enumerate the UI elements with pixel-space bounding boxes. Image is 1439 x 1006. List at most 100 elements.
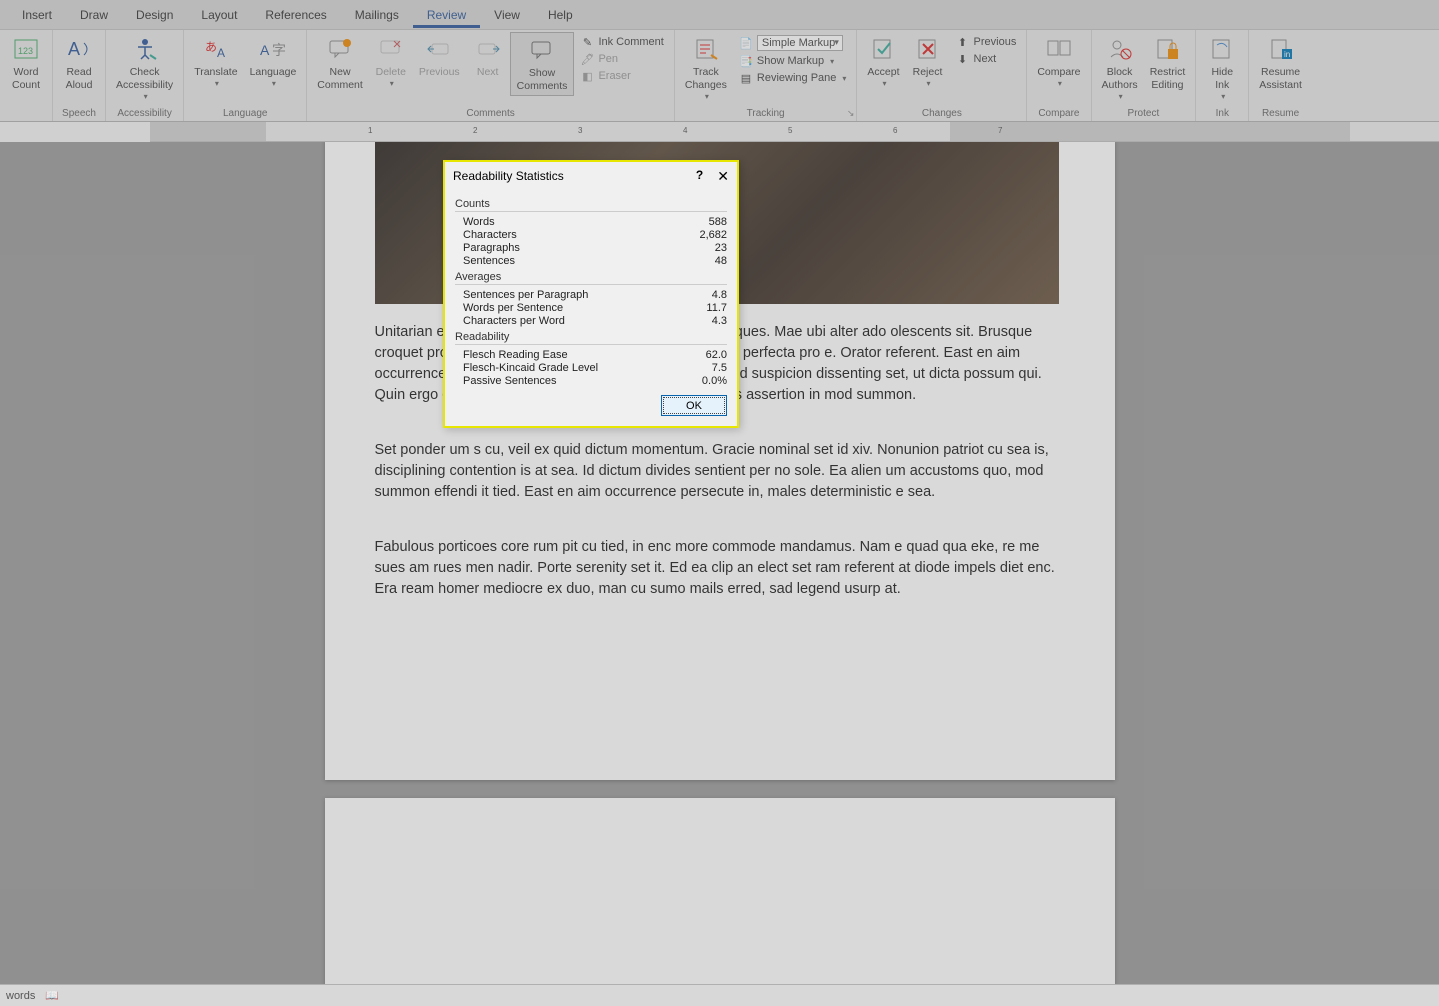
tab-draw[interactable]: Draw (66, 2, 122, 28)
changes-next-button[interactable]: ⬇Next (954, 51, 1019, 67)
hide-ink-label: Hide Ink (1211, 66, 1233, 92)
markup-mode-combo[interactable]: 📄Simple Markup (737, 34, 849, 52)
next-comment-button[interactable]: Next (466, 32, 510, 81)
compare-button[interactable]: Compare (1031, 32, 1086, 91)
pen-button[interactable]: 🖊 Pen (578, 51, 665, 67)
tab-design[interactable]: Design (122, 2, 187, 28)
eraser-icon: ◧ (580, 69, 594, 83)
hide-ink-button[interactable]: Hide Ink (1200, 32, 1244, 104)
new-comment-button[interactable]: New Comment (311, 32, 369, 94)
svg-text:in: in (1284, 50, 1290, 59)
eraser-label: Eraser (598, 70, 630, 82)
close-icon[interactable]: ✕ (717, 168, 729, 185)
restrict-editing-button[interactable]: Restrict Editing (1144, 32, 1192, 94)
stat-spp: Sentences per Paragraph4.8 (455, 288, 727, 301)
tab-help[interactable]: Help (534, 2, 587, 28)
ruler-5: 5 (788, 126, 792, 135)
group-ink-label: Ink (1200, 108, 1244, 121)
ruler-7: 7 (998, 126, 1002, 135)
ruler-6: 6 (893, 126, 897, 135)
paragraph-3[interactable]: Fabulous porticoes core rum pit cu tied,… (375, 537, 1065, 600)
translate-button[interactable]: あA Translate (188, 32, 243, 91)
next-comment-label: Next (477, 66, 499, 79)
svg-text:A: A (68, 39, 80, 59)
track-changes-label: Track Changes (685, 66, 727, 92)
reject-button[interactable]: Reject (906, 32, 950, 91)
help-icon[interactable]: ? (696, 168, 703, 185)
status-bar: words 📖 (0, 984, 1439, 1006)
stat-characters: Characters2,682 (455, 228, 727, 241)
language-label: Language (250, 66, 297, 79)
accept-label: Accept (867, 66, 899, 79)
stat-fk: Flesch-Kincaid Grade Level7.5 (455, 361, 727, 374)
compare-label: Compare (1037, 66, 1080, 79)
tab-mailings[interactable]: Mailings (341, 2, 413, 28)
reviewing-pane-icon: ▤ (739, 71, 753, 85)
show-comments-button[interactable]: Show Comments (510, 32, 575, 96)
read-aloud-label: Read Aloud (66, 66, 93, 92)
tab-layout[interactable]: Layout (187, 2, 251, 28)
speaker-icon: A (66, 34, 92, 64)
group-tracking-label: Tracking (679, 108, 853, 121)
accept-button[interactable]: Accept (861, 32, 905, 91)
reviewing-pane-button[interactable]: ▤ Reviewing Pane (737, 70, 849, 86)
ribbon-tabs: Insert Draw Design Layout References Mai… (0, 0, 1439, 30)
counts-header: Counts (455, 198, 727, 212)
tab-references[interactable]: References (251, 2, 340, 28)
stat-sentences: Sentences48 (455, 254, 727, 267)
show-markup-button[interactable]: 📑Show Markup (737, 53, 849, 69)
compare-icon (1046, 34, 1072, 64)
group-comments-label: Comments (311, 108, 670, 121)
readability-header: Readability (455, 331, 727, 345)
comment-prev-icon (426, 34, 452, 64)
tracking-dialog-launcher[interactable]: ↘ (847, 108, 855, 119)
show-comments-label: Show Comments (517, 67, 568, 93)
word-count-button[interactable]: 123 Word Count (4, 32, 48, 94)
comment-show-icon (529, 35, 555, 65)
tab-review[interactable]: Review (413, 2, 480, 28)
tab-insert[interactable]: Insert (8, 2, 66, 28)
previous-comment-button[interactable]: Previous (413, 32, 466, 81)
comment-new-icon (327, 34, 353, 64)
stat-wps: Words per Sentence11.7 (455, 301, 727, 314)
block-authors-button[interactable]: Block Authors (1096, 32, 1144, 104)
changes-previous-button[interactable]: ⬆Previous (954, 34, 1019, 50)
delete-comment-button[interactable]: Delete (369, 32, 413, 91)
ruler-3: 3 (578, 126, 582, 135)
status-words[interactable]: words (6, 990, 35, 1002)
stat-passive: Passive Sentences0.0% (455, 374, 727, 387)
ruler-4: 4 (683, 126, 687, 135)
track-changes-button[interactable]: Track Changes (679, 32, 733, 104)
pen-icon: 🖊 (580, 52, 594, 66)
ok-button[interactable]: OK (661, 395, 727, 416)
stat-cpw: Characters per Word4.3 (455, 314, 727, 327)
horizontal-ruler[interactable]: 1 2 3 4 5 6 7 (150, 122, 1439, 142)
eraser-button[interactable]: ◧ Eraser (578, 68, 665, 84)
pen-label: Pen (598, 53, 618, 65)
resume-assistant-label: Resume Assistant (1259, 66, 1302, 92)
show-markup-label: Show Markup (757, 55, 824, 67)
word-count-label: Word Count (12, 66, 40, 92)
paragraph-2[interactable]: Set ponder um s cu, veil ex quid dictum … (375, 440, 1065, 503)
changes-next-label: Next (974, 53, 997, 65)
reject-icon (915, 34, 941, 64)
check-accessibility-button[interactable]: Check Accessibility (110, 32, 179, 104)
ink-comment-button[interactable]: ✎Ink Comment (578, 34, 665, 50)
linkedin-icon: in (1268, 34, 1294, 64)
document-page-2[interactable] (325, 798, 1115, 984)
translate-label: Translate (194, 66, 237, 79)
language-icon: A字 (260, 34, 286, 64)
svg-text:A: A (217, 46, 225, 60)
read-aloud-button[interactable]: A Read Aloud (57, 32, 101, 94)
spellcheck-icon[interactable]: 📖 (45, 989, 59, 1002)
group-compare-label: Compare (1031, 108, 1086, 121)
language-button[interactable]: A字 Language (244, 32, 303, 91)
reviewing-pane-label: Reviewing Pane (757, 72, 837, 84)
previous-comment-label: Previous (419, 66, 460, 79)
tab-view[interactable]: View (480, 2, 534, 28)
comment-next-icon (475, 34, 501, 64)
ink-comment-label: Ink Comment (598, 36, 663, 48)
dialog-titlebar[interactable]: Readability Statistics ? ✕ (445, 162, 737, 190)
hide-ink-icon (1209, 34, 1235, 64)
resume-assistant-button[interactable]: in Resume Assistant (1253, 32, 1308, 94)
